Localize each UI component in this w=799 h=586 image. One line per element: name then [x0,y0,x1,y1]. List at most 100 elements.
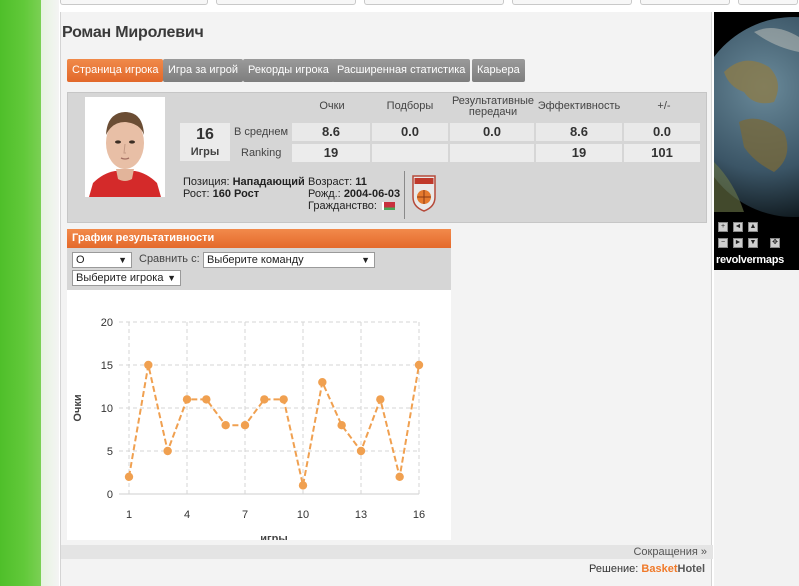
col-head-efficiency: Эффективность [537,100,621,112]
metric-select-value: О [76,254,85,266]
data-point [260,395,269,404]
player-select-value: Выберите игрока [76,272,164,284]
age-value: 11 [355,176,367,188]
col-head-rebounds: Подборы [386,100,434,112]
y-tick-label: 10 [101,403,113,415]
left-green-strip [0,0,41,586]
col-head-plusminus: +/- [657,100,671,112]
rotate-up-button[interactable]: ▲ [748,222,758,232]
data-point [318,378,327,387]
y-tick-label: 20 [101,317,113,329]
revolvermaps-brand[interactable]: revolvermaps [716,254,784,266]
footer-bar: Сокращения » [61,545,713,559]
divider [404,171,405,219]
series-line [128,364,420,486]
data-point [144,360,153,370]
zoom-out-button[interactable]: − [718,238,728,248]
move-icon[interactable]: ✥ [770,238,780,248]
avg-row-label: В среднем [234,126,289,138]
page-title: Роман Миролевич [62,24,204,41]
tab-advanced-stats[interactable]: Расширенная статистика [332,59,471,82]
chevron-down-icon: ▼ [361,255,370,265]
x-axis-label: игры [260,533,287,540]
data-point [337,421,346,430]
brand-basket[interactable]: Basket [641,563,677,575]
top-tab-5[interactable] [640,0,730,5]
team-select-value: Выберите команду [207,254,304,266]
chevron-down-icon: ▼ [167,273,176,283]
col-head-points: Очки [319,100,345,112]
top-tab-4[interactable] [512,0,632,5]
games-count: 16 [196,126,214,143]
right-sidebar-bg [714,270,799,586]
games-label: Игры [190,146,220,158]
player-select[interactable]: Выберите игрока ▼ [72,270,181,286]
data-point [395,472,404,481]
data-point [298,481,308,490]
chevron-down-icon: ▼ [118,255,127,265]
rank-assists [450,144,534,162]
position-info: Позиция: Нападающий [183,176,305,188]
compare-label: Сравнить с: [139,253,200,265]
rotate-right-button[interactable]: ► [733,238,743,248]
top-tab-2[interactable] [216,0,356,5]
top-tab-1[interactable] [60,0,208,5]
top-tab-6[interactable] [738,0,798,5]
tab-player-records[interactable]: Рекорды игрока [243,59,334,82]
belarus-flag-icon [382,202,396,211]
team-select[interactable]: Выберите команду ▼ [203,252,375,268]
left-fade [41,0,59,586]
age-label: Возраст: [308,176,353,188]
abbreviations-link[interactable]: Сокращения » [633,546,707,558]
rotate-down-button[interactable]: ▼ [748,238,758,248]
born-value: 2004-06-03 [343,188,401,200]
x-tick-label: 1 [126,509,132,521]
avg-rebounds: 0.0 [372,123,448,141]
data-point [124,472,134,481]
zoom-in-button[interactable]: + [718,222,728,232]
avg-plusminus: 0.0 [624,123,700,141]
top-tab-3[interactable] [364,0,504,5]
rank-efficiency: 19 [536,144,622,162]
col-head-assists: Результативные передачи [451,95,535,118]
tab-career[interactable]: Карьера [472,59,525,82]
rank-rebounds [372,144,448,162]
data-point [279,395,288,404]
data-point [221,421,230,430]
team-logo-icon[interactable] [411,173,437,213]
x-tick-label: 4 [184,509,190,521]
chart-controls: О ▼ Сравнить с: Выберите команду ▼ Выбер… [67,248,451,290]
solution-credit: Решение: BasketHotel [589,563,705,575]
tab-player-page[interactable]: Страница игрока [67,59,164,82]
tab-game-by-game[interactable]: Игра за игрой [163,59,243,82]
x-tick-label: 13 [355,509,367,521]
chart-svg: 0 5 10 15 20 1 4 7 10 13 16 игры Очки [72,317,425,545]
data-point [414,360,424,370]
player-info-panel: Очки Подборы Результативные передачи Эфф… [67,92,707,223]
performance-chart: 0 5 10 15 20 1 4 7 10 13 16 игры Очки [67,290,451,545]
citizenship-info: Гражданство: [308,200,396,212]
avg-points: 8.6 [292,123,370,141]
x-tick-label: 16 [413,509,425,521]
data-point [376,395,385,404]
citizenship-label: Гражданство: [308,200,377,212]
player-page: Роман Миролевич Страница игрока Игра за … [60,12,713,586]
data-point [240,421,250,430]
born-info: Рожд.: 2004-06-03 [308,188,400,200]
avg-efficiency: 8.6 [536,123,622,141]
avg-assists: 0.0 [450,123,534,141]
rank-points: 19 [292,144,370,162]
data-point [163,446,172,456]
rank-plusminus: 101 [624,144,700,162]
height-info: Рост: 160 Рост [183,188,259,200]
brand-hotel[interactable]: Hotel [678,563,706,575]
y-tick-label: 5 [107,446,113,458]
age-info: Возраст: 11 [308,176,367,188]
y-axis-label: Очки [72,394,84,421]
games-box: 16 Игры [180,123,230,161]
ranking-row-label: Ranking [241,147,282,159]
rotate-left-button[interactable]: ◄ [733,222,743,232]
y-tick-label: 15 [101,360,113,372]
revolvermaps-widget[interactable]: + ◄ ▲ − ► ▼ ✥ revolvermaps [714,12,799,270]
metric-select[interactable]: О ▼ [72,252,132,268]
